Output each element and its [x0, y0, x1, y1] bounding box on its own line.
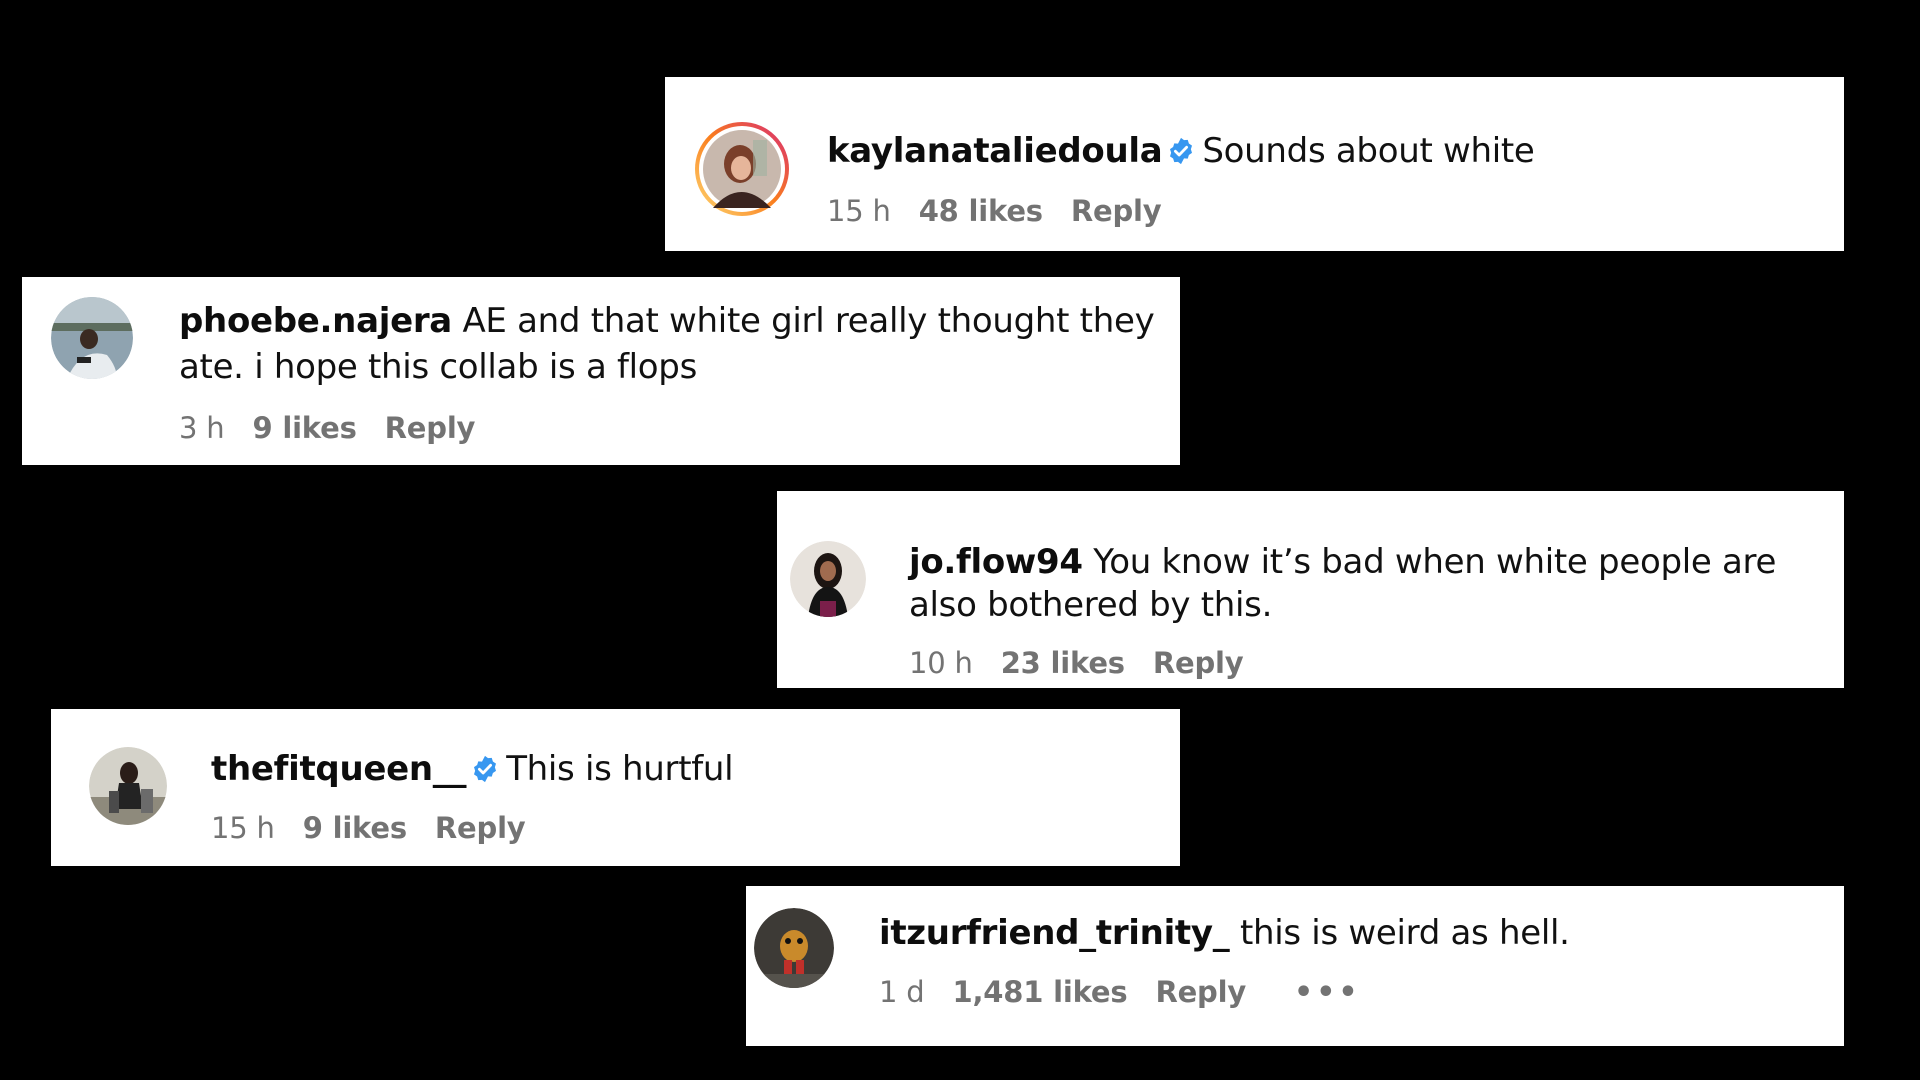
comments-collage: kaylanataliedoula Sounds about white 15 h… — [0, 0, 1920, 1080]
more-options-icon[interactable]: ••• — [1294, 975, 1361, 1010]
comment-text: this is weird as hell. — [1239, 913, 1570, 953]
avatar[interactable] — [754, 908, 834, 988]
comment-body: jo.flow94 You know it’s bad when white p… — [909, 541, 1809, 627]
username[interactable]: jo.flow94 — [909, 542, 1083, 582]
avatar[interactable] — [693, 120, 791, 218]
comment-meta: 1 d 1,481 likes Reply ••• — [879, 975, 1389, 1010]
reply-button[interactable]: Reply — [1153, 646, 1244, 680]
comment-body: phoebe.najera AE and that white girl rea… — [179, 298, 1164, 390]
likes-count[interactable]: 48 likes — [919, 194, 1043, 228]
comment-meta: 3 h 9 likes Reply — [179, 411, 503, 445]
timestamp[interactable]: 15 h — [827, 194, 891, 228]
reply-button[interactable]: Reply — [1155, 975, 1246, 1009]
likes-count[interactable]: 1,481 likes — [952, 975, 1127, 1009]
comment-text: Sounds about white — [1202, 131, 1535, 171]
reply-button[interactable]: Reply — [385, 411, 476, 445]
comment-meta: 15 h 9 likes Reply — [211, 811, 554, 845]
verified-badge-icon — [1170, 137, 1193, 165]
comment-body: itzurfriend_trinity_ this is weird as he… — [879, 910, 1819, 956]
comment-meta: 10 h 23 likes Reply — [909, 646, 1271, 680]
comment-body: thefitqueen__ This is hurtful — [211, 746, 1151, 792]
username[interactable]: phoebe.najera — [179, 301, 452, 341]
comment-meta: 15 h 48 likes Reply — [827, 194, 1189, 228]
comment-card: jo.flow94 You know it’s bad when white p… — [777, 491, 1844, 688]
timestamp[interactable]: 1 d — [879, 975, 925, 1009]
username[interactable]: kaylanataliedoula — [827, 131, 1163, 171]
comment-body: kaylanataliedoula Sounds about white — [827, 128, 1787, 174]
comment-card: phoebe.najera AE and that white girl rea… — [22, 277, 1180, 465]
likes-count[interactable]: 9 likes — [252, 411, 356, 445]
comment-card: itzurfriend_trinity_ this is weird as he… — [746, 886, 1844, 1046]
avatar[interactable] — [790, 541, 866, 617]
likes-count[interactable]: 9 likes — [303, 811, 407, 845]
username[interactable]: thefitqueen__ — [211, 749, 466, 789]
reply-button[interactable]: Reply — [435, 811, 526, 845]
reply-button[interactable]: Reply — [1071, 194, 1162, 228]
timestamp[interactable]: 10 h — [909, 646, 973, 680]
verified-badge-icon — [474, 755, 497, 783]
avatar[interactable] — [51, 297, 133, 379]
comment-card: kaylanataliedoula Sounds about white 15 h… — [665, 77, 1844, 251]
likes-count[interactable]: 23 likes — [1001, 646, 1125, 680]
avatar[interactable] — [89, 747, 167, 825]
comment-card: thefitqueen__ This is hurtful 15 h 9 likes… — [51, 709, 1180, 866]
timestamp[interactable]: 15 h — [211, 811, 275, 845]
username[interactable]: itzurfriend_trinity_ — [879, 913, 1230, 953]
timestamp[interactable]: 3 h — [179, 411, 225, 445]
comment-text: This is hurtful — [506, 749, 734, 789]
